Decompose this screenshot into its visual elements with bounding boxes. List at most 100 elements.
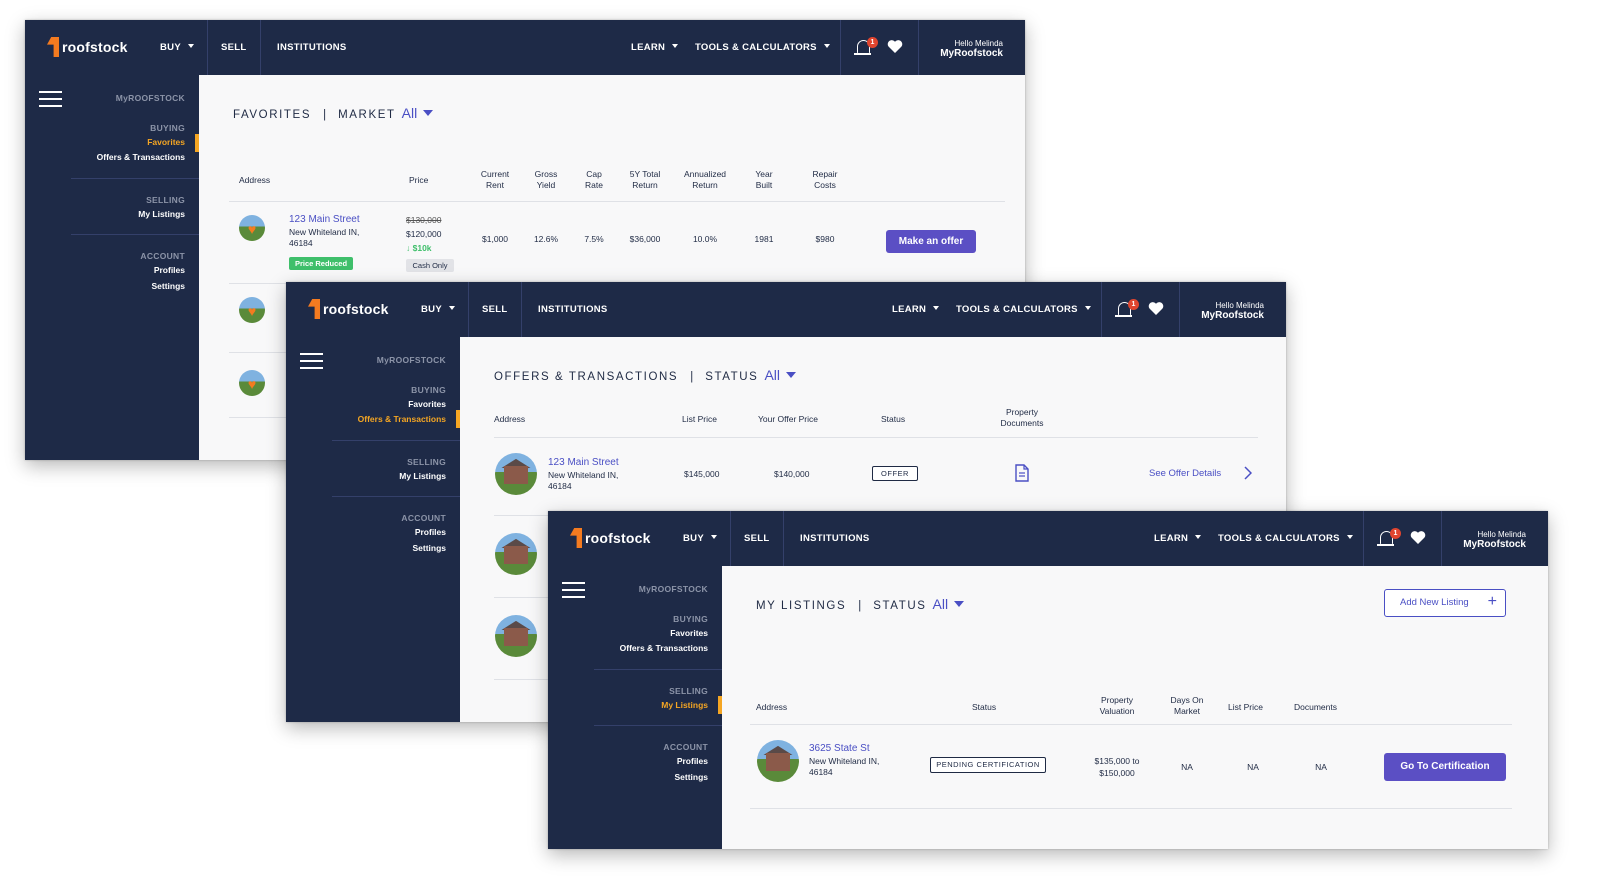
sidebar-item-offers[interactable]: Offers & Transactions (620, 643, 708, 653)
logo[interactable]: roofstock (308, 299, 389, 319)
column-header-list-price[interactable]: List Price (1228, 702, 1263, 713)
nav-learn[interactable]: LEARN (631, 42, 679, 53)
caret-down-icon (187, 44, 194, 48)
address-link[interactable]: 123 Main Street (289, 214, 360, 225)
caret-down-icon[interactable] (954, 601, 965, 607)
hamburger-icon[interactable] (300, 353, 323, 370)
nav-tools[interactable]: TOOLS & CALCULATORS (956, 304, 1091, 315)
page-title: OFFERS & TRANSACTIONS | STATUS All (494, 367, 797, 383)
user-greeting[interactable]: Hello Melinda MyRoofstock (913, 39, 1003, 60)
sidebar-item-profiles[interactable]: Profiles (677, 756, 708, 766)
favorite-heart-icon[interactable]: ♥ (246, 377, 257, 392)
caret-down-icon[interactable] (786, 372, 797, 378)
sidebar-section-buying: BUYING (150, 123, 185, 133)
nav-buy[interactable]: BUY (421, 304, 455, 315)
address-zip: 46184 (809, 767, 833, 777)
sidebar-item-favorites[interactable]: Favorites (408, 399, 446, 409)
column-header-year-built[interactable]: Year Built (751, 169, 777, 191)
header-line: Return (692, 180, 718, 191)
column-header-cap-rate[interactable]: Cap Rate (580, 169, 608, 191)
user-greeting[interactable]: Hello Melinda MyRoofstock (1174, 301, 1264, 322)
sidebar-item-offers[interactable]: Offers & Transactions (358, 414, 446, 424)
nav-institutions[interactable]: INSTITUTIONS (277, 42, 347, 53)
sidebar-item-profiles[interactable]: Profiles (154, 265, 185, 275)
sidebar-item-offers[interactable]: Offers & Transactions (97, 152, 185, 162)
property-thumbnail[interactable] (757, 740, 799, 782)
column-header-documents[interactable]: Property Documents (992, 407, 1052, 429)
table-divider (494, 437, 1258, 438)
column-header-current-rent[interactable]: Current Rent (477, 169, 513, 191)
property-thumbnail[interactable] (495, 533, 537, 575)
make-offer-button[interactable]: Make an offer (886, 230, 976, 253)
chevron-right-icon[interactable] (1244, 466, 1252, 480)
sidebar-item-settings[interactable]: Settings (674, 772, 708, 782)
add-new-listing-button[interactable]: Add New Listing + (1384, 589, 1506, 617)
nav-learn[interactable]: LEARN (1154, 533, 1202, 544)
logo[interactable]: roofstock (570, 528, 651, 548)
header-line: Yield (536, 180, 556, 191)
column-header-days-on-market[interactable]: Days On Market (1166, 695, 1208, 717)
column-header-repair-costs[interactable]: Repair Costs (807, 169, 843, 191)
heart-icon[interactable] (1410, 530, 1426, 545)
column-header-annualized[interactable]: Annualized Return (679, 169, 731, 191)
nav-tools[interactable]: TOOLS & CALCULATORS (695, 42, 830, 53)
nav-sell[interactable]: SELL (482, 304, 507, 315)
address-link[interactable]: 3625 State St (809, 743, 870, 754)
logo[interactable]: roofstock (47, 37, 128, 57)
column-header-offer-price[interactable]: Your Offer Price (758, 414, 818, 425)
nav-buy[interactable]: BUY (160, 42, 194, 53)
sidebar-item-settings[interactable]: Settings (412, 543, 446, 553)
sidebar-item-my-listings[interactable]: My Listings (138, 209, 185, 219)
see-offer-details-link[interactable]: See Offer Details (1149, 468, 1221, 479)
column-header-address[interactable]: Address (494, 414, 525, 425)
column-header-status[interactable]: Status (972, 702, 996, 713)
sidebar-item-my-listings[interactable]: My Listings (661, 700, 708, 710)
nav-institutions[interactable]: INSTITUTIONS (800, 533, 870, 544)
favorite-heart-icon[interactable]: ♥ (246, 222, 257, 237)
sidebar-item-favorites[interactable]: Favorites (670, 628, 708, 638)
column-header-gross-yield[interactable]: Gross Yield (531, 169, 561, 191)
heart-icon[interactable] (887, 39, 903, 54)
column-header-5y-return[interactable]: 5Y Total Return (624, 169, 666, 191)
favorite-heart-icon[interactable]: ♥ (246, 304, 257, 319)
sidebar-section-selling: SELLING (146, 195, 185, 205)
column-header-address[interactable]: Address (239, 175, 270, 186)
sidebar-item-favorites[interactable]: Favorites (147, 137, 185, 147)
sidebar-section-selling: SELLING (407, 457, 446, 467)
column-header-valuation[interactable]: Property Valuation (1092, 695, 1142, 717)
nav-institutions[interactable]: INSTITUTIONS (538, 304, 608, 315)
user-greeting[interactable]: Hello Melinda MyRoofstock (1436, 530, 1526, 551)
sidebar-item-settings[interactable]: Settings (151, 281, 185, 291)
address-link[interactable]: 123 Main Street (548, 457, 619, 468)
nav-sell[interactable]: SELL (221, 42, 246, 53)
nav-tools[interactable]: TOOLS & CALCULATORS (1218, 533, 1353, 544)
document-icon[interactable] (1015, 464, 1029, 482)
status-filter-dropdown[interactable]: All (764, 367, 780, 383)
caret-down-icon[interactable] (423, 110, 434, 116)
my-listings-window: roofstock BUY SELL INSTITUTIONS LEARN TO… (548, 511, 1548, 849)
nav-sell[interactable]: SELL (744, 533, 769, 544)
property-thumbnail[interactable] (495, 453, 537, 495)
heart-icon[interactable] (1148, 301, 1164, 316)
column-header-price[interactable]: Price (409, 175, 428, 186)
column-header-status[interactable]: Status (881, 414, 905, 425)
nav-learn[interactable]: LEARN (892, 304, 940, 315)
column-header-documents[interactable]: Documents (1294, 702, 1337, 713)
sidebar-item-my-listings[interactable]: My Listings (399, 471, 446, 481)
hamburger-icon[interactable] (39, 91, 62, 108)
nav-buy-label: BUY (421, 304, 442, 315)
header-line: Property (1100, 695, 1134, 705)
property-thumbnail[interactable]: ♥ (239, 297, 265, 323)
go-to-certification-button[interactable]: Go To Certification (1384, 753, 1506, 781)
property-thumbnail[interactable]: ♥ (239, 370, 265, 396)
property-thumbnail[interactable] (495, 615, 537, 657)
market-filter-dropdown[interactable]: All (402, 105, 418, 121)
property-thumbnail[interactable]: ♥ (239, 215, 265, 241)
status-filter-dropdown[interactable]: All (933, 596, 949, 612)
column-header-list-price[interactable]: List Price (682, 414, 717, 425)
hamburger-icon[interactable] (562, 582, 585, 599)
column-header-address[interactable]: Address (756, 702, 787, 713)
nav-buy[interactable]: BUY (683, 533, 717, 544)
sidebar-item-profiles[interactable]: Profiles (415, 527, 446, 537)
table-divider (229, 201, 1005, 202)
